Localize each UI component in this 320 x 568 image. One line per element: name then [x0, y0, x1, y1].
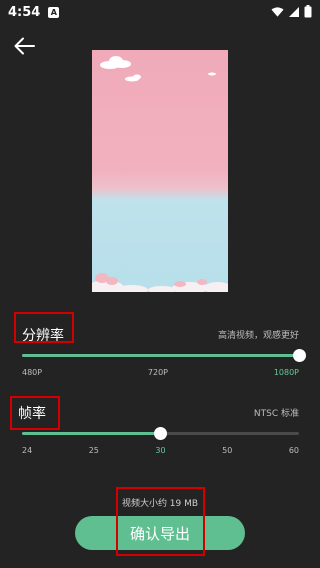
notification-icon: A: [48, 6, 60, 18]
frame-rate-slider[interactable]: [22, 427, 299, 440]
frame-rate-tick-30[interactable]: 30: [155, 446, 165, 455]
back-arrow-icon: [14, 37, 35, 55]
resolution-slider[interactable]: [22, 349, 306, 362]
frame-rate-tick-24[interactable]: 24: [22, 446, 32, 455]
status-bar: 4:54 A: [0, 0, 320, 24]
status-time: 4:54: [8, 4, 41, 20]
resolution-tick-480p[interactable]: 480P: [22, 368, 42, 377]
frame-rate-hint: NTSC 标准: [253, 409, 299, 419]
wifi-icon: [271, 6, 284, 17]
frame-rate-tick-25[interactable]: 25: [89, 446, 99, 455]
resolution-hint: 高清视频，观感更好: [217, 331, 299, 341]
frame-rate-ticks: 24 25 30 50 60: [22, 446, 299, 455]
frame-rate-highlight-box: [10, 396, 60, 430]
resolution-tick-1080p[interactable]: 1080P: [274, 368, 299, 377]
frame-rate-tick-60[interactable]: 60: [289, 446, 299, 455]
back-button[interactable]: [12, 34, 38, 58]
resolution-slider-thumb[interactable]: [292, 349, 306, 362]
resolution-ticks: 480P 720P 1080P: [22, 368, 299, 377]
video-preview: [92, 50, 228, 292]
frame-rate-tick-50[interactable]: 50: [222, 446, 232, 455]
export-highlight-box: [116, 487, 205, 556]
status-icons: [271, 5, 312, 18]
resolution-tick-720p[interactable]: 720P: [148, 368, 168, 377]
preview-illustration: [92, 56, 228, 292]
resolution-highlight-box: [14, 312, 74, 343]
battery-icon: [304, 5, 312, 18]
resolution-slider-fill: [22, 354, 299, 357]
frame-rate-slider-thumb[interactable]: [154, 427, 167, 440]
frame-rate-slider-fill: [22, 432, 161, 435]
signal-icon: [289, 6, 299, 17]
